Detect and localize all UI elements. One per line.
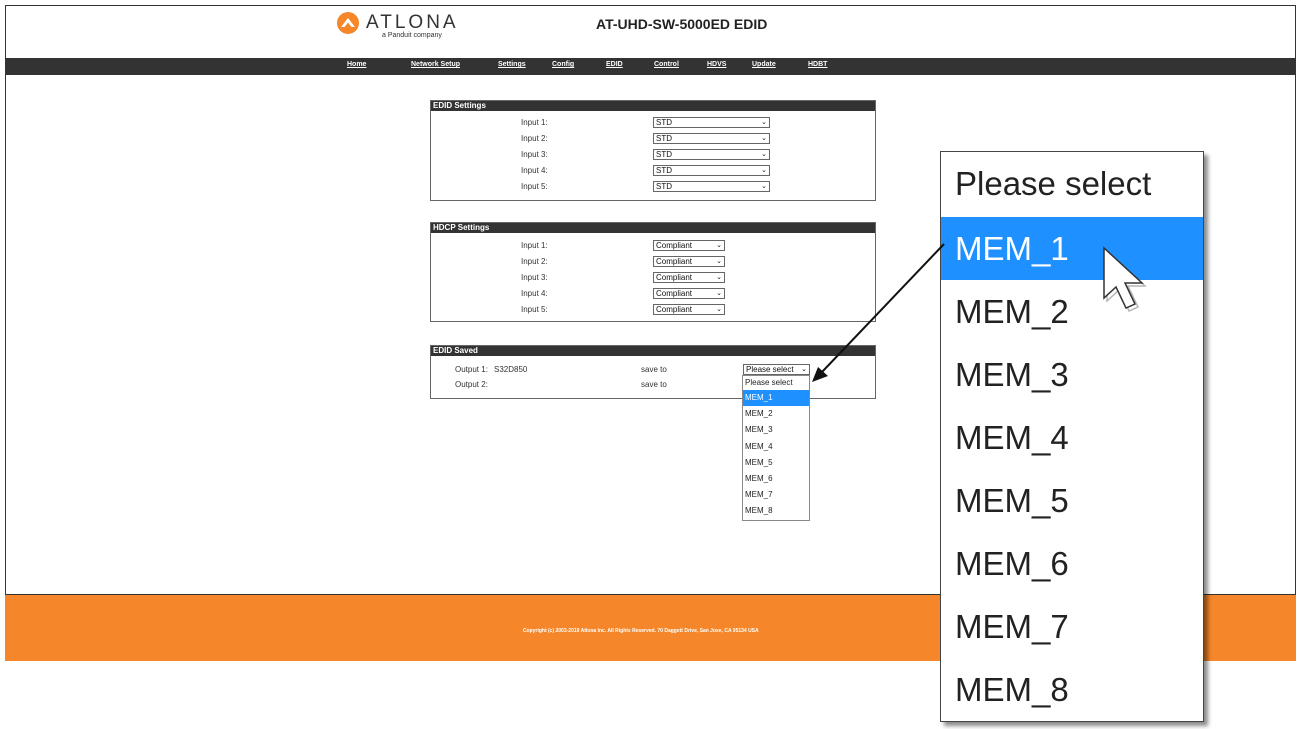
chevron-down-icon: ⌄ xyxy=(761,167,767,174)
edid-settings-panel: EDID Settings Input 1: STD ⌄ Input 2: STD… xyxy=(430,100,876,201)
page-title: AT-UHD-SW-5000ED EDID xyxy=(596,16,768,32)
output-1-save-select[interactable]: Please select ⌄ xyxy=(743,364,810,375)
hdcp-input-4-label: Input 4: xyxy=(521,289,548,298)
hdcp-input-5-label: Input 5: xyxy=(521,305,548,314)
output-1-action: save to xyxy=(641,365,667,374)
hdcp-input-2-value: Compliant xyxy=(656,257,693,266)
nav-edid[interactable]: EDID xyxy=(606,61,623,68)
nav-settings[interactable]: Settings xyxy=(498,61,526,68)
zoom-option-mem-8[interactable]: MEM_8 xyxy=(941,658,1203,721)
hdcp-input-3-select[interactable]: Compliant ⌄ xyxy=(653,272,725,283)
hdcp-input-5-value: Compliant xyxy=(656,305,693,314)
edid-input-2-select[interactable]: STD ⌄ xyxy=(653,133,770,144)
edid-input-1-select[interactable]: STD ⌄ xyxy=(653,117,770,128)
hdcp-input-1-label: Input 1: xyxy=(521,241,548,250)
edid-settings-title: EDID Settings xyxy=(431,101,875,111)
edid-input-4-label: Input 4: xyxy=(521,166,548,175)
hdcp-input-4-select[interactable]: Compliant ⌄ xyxy=(653,288,725,299)
zoom-option-please-select[interactable]: Please select xyxy=(941,152,1203,217)
hdcp-input-4-value: Compliant xyxy=(656,289,693,298)
chevron-down-icon: ⌄ xyxy=(716,290,722,297)
chevron-down-icon: ⌄ xyxy=(801,366,807,373)
edid-input-4-select[interactable]: STD ⌄ xyxy=(653,165,770,176)
edid-input-2-label: Input 2: xyxy=(521,134,548,143)
dropdown-option-mem-7[interactable]: MEM_7 xyxy=(743,487,809,503)
zoom-option-mem-2[interactable]: MEM_2 xyxy=(941,280,1203,343)
output-2-label: Output 2: xyxy=(455,380,488,389)
footer-copyright: Copyright (c) 2003-2019 Atlona Inc. All … xyxy=(523,628,759,634)
zoom-option-mem-4[interactable]: MEM_4 xyxy=(941,406,1203,469)
zoom-option-mem-5[interactable]: MEM_5 xyxy=(941,469,1203,532)
nav-home[interactable]: Home xyxy=(347,61,366,68)
edid-input-2-value: STD xyxy=(656,134,672,143)
hdcp-input-1-select[interactable]: Compliant ⌄ xyxy=(653,240,725,251)
logo-text: ATLONA xyxy=(366,12,459,33)
chevron-down-icon: ⌄ xyxy=(761,135,767,142)
nav-hdbt[interactable]: HDBT xyxy=(808,61,827,68)
dropdown-option-please-select[interactable]: Please select xyxy=(743,376,809,390)
nav-update[interactable]: Update xyxy=(752,61,776,68)
hdcp-settings-panel: HDCP Settings Input 1: Compliant ⌄ Input … xyxy=(430,222,876,322)
zoom-option-mem-1[interactable]: MEM_1 xyxy=(941,217,1203,280)
edid-input-1-value: STD xyxy=(656,118,672,127)
mem-dropdown-list: Please select MEM_1 MEM_2 MEM_3 MEM_4 ME… xyxy=(742,375,810,521)
atlona-logo-icon xyxy=(337,12,359,34)
chevron-down-icon: ⌄ xyxy=(716,242,722,249)
dropdown-option-mem-3[interactable]: MEM_3 xyxy=(743,422,809,438)
hdcp-input-3-value: Compliant xyxy=(656,273,693,282)
output-2-action: save to xyxy=(641,380,667,389)
zoomed-dropdown-callout: Please select MEM_1 MEM_2 MEM_3 MEM_4 ME… xyxy=(940,151,1204,722)
output-1-device: S32D850 xyxy=(494,365,528,374)
edid-input-3-value: STD xyxy=(656,150,672,159)
chevron-down-icon: ⌄ xyxy=(716,306,722,313)
hdcp-input-3-label: Input 3: xyxy=(521,273,548,282)
nav-bar: Home Network Setup Settings Config EDID … xyxy=(5,58,1296,75)
hdcp-input-2-select[interactable]: Compliant ⌄ xyxy=(653,256,725,267)
hdcp-settings-title: HDCP Settings xyxy=(431,223,875,233)
edid-input-5-value: STD xyxy=(656,182,672,191)
hdcp-input-1-value: Compliant xyxy=(656,241,693,250)
edid-input-5-label: Input 5: xyxy=(521,182,548,191)
dropdown-option-mem-6[interactable]: MEM_6 xyxy=(743,471,809,487)
chevron-down-icon: ⌄ xyxy=(761,119,767,126)
dropdown-option-mem-1[interactable]: MEM_1 xyxy=(743,390,809,407)
dropdown-option-mem-8[interactable]: MEM_8 xyxy=(743,503,809,519)
nav-hdvs[interactable]: HDVS xyxy=(707,61,726,68)
edid-input-1-label: Input 1: xyxy=(521,118,548,127)
nav-control[interactable]: Control xyxy=(654,61,679,68)
edid-saved-title: EDID Saved xyxy=(431,346,875,356)
edid-input-5-select[interactable]: STD ⌄ xyxy=(653,181,770,192)
zoom-option-mem-7[interactable]: MEM_7 xyxy=(941,595,1203,658)
nav-config[interactable]: Config xyxy=(552,61,574,68)
chevron-down-icon: ⌄ xyxy=(761,183,767,190)
edid-input-4-value: STD xyxy=(656,166,672,175)
output-1-select-value: Please select xyxy=(746,365,794,374)
nav-network-setup[interactable]: Network Setup xyxy=(411,61,460,68)
chevron-down-icon: ⌄ xyxy=(761,151,767,158)
edid-input-3-select[interactable]: STD ⌄ xyxy=(653,149,770,160)
dropdown-option-mem-5[interactable]: MEM_5 xyxy=(743,455,809,471)
chevron-down-icon: ⌄ xyxy=(716,274,722,281)
dropdown-option-mem-2[interactable]: MEM_2 xyxy=(743,406,809,422)
dropdown-option-mem-4[interactable]: MEM_4 xyxy=(743,439,809,455)
edid-input-3-label: Input 3: xyxy=(521,150,548,159)
output-1-label: Output 1: xyxy=(455,365,488,374)
hdcp-input-5-select[interactable]: Compliant ⌄ xyxy=(653,304,725,315)
zoom-option-mem-6[interactable]: MEM_6 xyxy=(941,532,1203,595)
chevron-down-icon: ⌄ xyxy=(716,258,722,265)
hdcp-input-2-label: Input 2: xyxy=(521,257,548,266)
logo-subtext: a Panduit company xyxy=(382,32,442,39)
zoom-option-mem-3[interactable]: MEM_3 xyxy=(941,343,1203,406)
